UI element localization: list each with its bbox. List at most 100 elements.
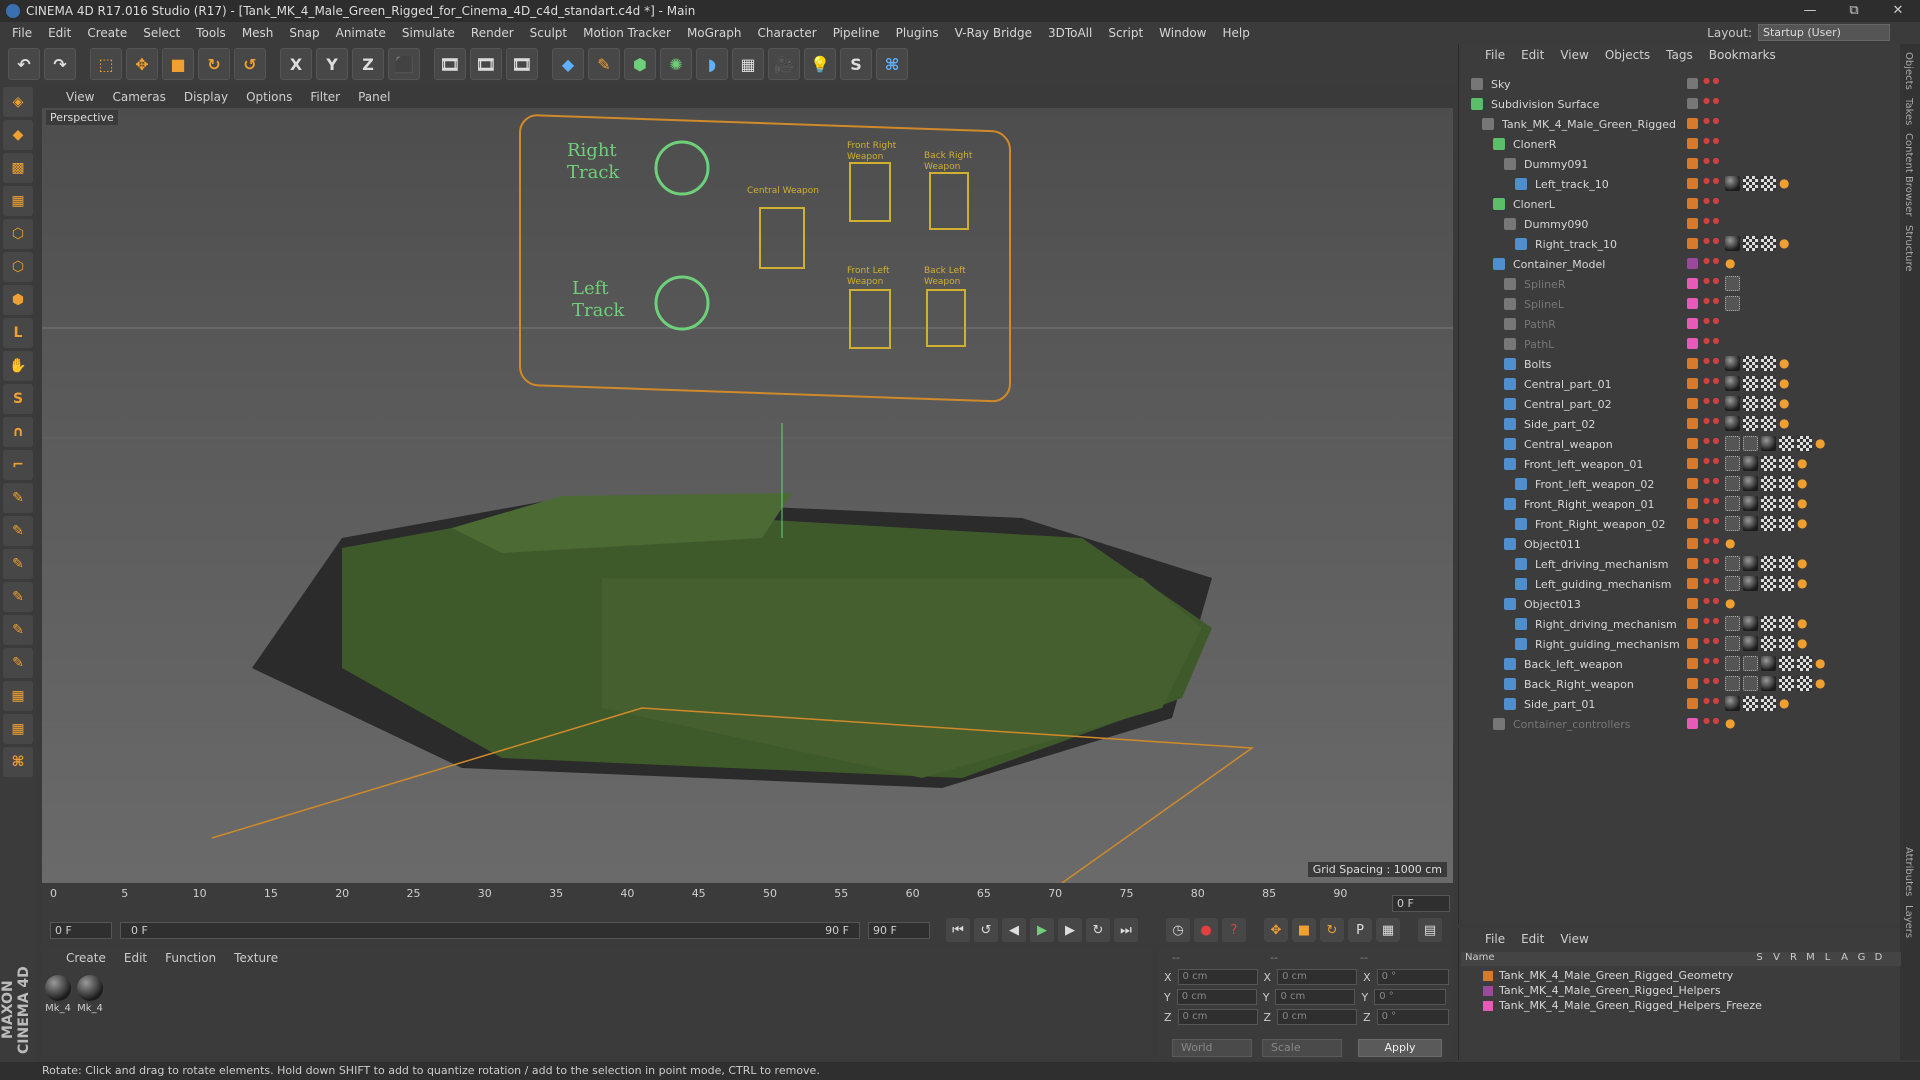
- phong-tag-icon[interactable]: ●: [1779, 396, 1794, 411]
- layer-color-icon[interactable]: [1687, 238, 1698, 249]
- menu-file[interactable]: File: [4, 22, 40, 44]
- material-menu-create[interactable]: Create: [66, 951, 106, 965]
- menu-snap[interactable]: Snap: [281, 22, 327, 44]
- layer-row[interactable]: Tank_MK_4_Male_Green_Rigged_Geometry: [1459, 968, 1901, 983]
- subdivision-icon[interactable]: ⬢: [624, 48, 656, 80]
- texture-tag-icon[interactable]: [1761, 696, 1776, 711]
- object-menu-bookmarks[interactable]: Bookmarks: [1709, 48, 1776, 66]
- layer-color-icon[interactable]: [1687, 618, 1698, 629]
- texture-tag-icon[interactable]: [1761, 456, 1776, 471]
- viewport-menu-filter[interactable]: Filter: [310, 90, 340, 104]
- texture-tag-icon[interactable]: [1743, 236, 1758, 251]
- object-menu-objects[interactable]: Objects: [1605, 48, 1650, 66]
- visibility-dots-icon[interactable]: ● ●: [1703, 537, 1720, 551]
- key-rotation-icon[interactable]: ↻: [1320, 918, 1344, 942]
- layer-color-icon[interactable]: [1687, 678, 1698, 689]
- key-position-icon[interactable]: ✥: [1264, 918, 1288, 942]
- layer-row[interactable]: Tank_MK_4_Male_Green_Rigged_Helpers: [1459, 983, 1901, 998]
- menu-render[interactable]: Render: [463, 22, 522, 44]
- object-row[interactable]: Sky ● ●: [1459, 74, 1901, 94]
- layer-color-icon[interactable]: [1687, 278, 1698, 289]
- layer-column-header[interactable]: V: [1768, 952, 1785, 966]
- visibility-dots-icon[interactable]: ● ●: [1703, 277, 1720, 291]
- grid-lock-icon[interactable]: ▦: [3, 681, 33, 711]
- material-tag-icon[interactable]: [1761, 656, 1776, 671]
- tweak-icon[interactable]: ✋: [3, 351, 33, 381]
- material-tag-icon[interactable]: [1743, 636, 1758, 651]
- x-axis-icon[interactable]: X: [280, 48, 312, 80]
- material-tag-icon[interactable]: [1725, 356, 1740, 371]
- texture-tag-icon[interactable]: [1743, 356, 1758, 371]
- layer-color-icon[interactable]: [1687, 478, 1698, 489]
- phong-tag-icon[interactable]: ●: [1815, 676, 1830, 691]
- layer-color-icon[interactable]: [1687, 298, 1698, 309]
- visibility-dots-icon[interactable]: ● ●: [1703, 97, 1720, 111]
- material-menu-texture[interactable]: Texture: [234, 951, 278, 965]
- object-mode-icon[interactable]: ◆: [3, 120, 33, 150]
- visibility-dots-icon[interactable]: ● ●: [1703, 417, 1720, 431]
- layer-color-icon[interactable]: [1687, 458, 1698, 469]
- viewport-menu-panel[interactable]: Panel: [358, 90, 390, 104]
- layer-color-icon[interactable]: [1687, 398, 1698, 409]
- z-axis-icon[interactable]: Z: [352, 48, 384, 80]
- object-row[interactable]: Central_part_02 ● ● ●: [1459, 394, 1901, 414]
- visibility-dots-icon[interactable]: ● ●: [1703, 317, 1720, 331]
- menu-3dtoall[interactable]: 3DToAll: [1040, 22, 1100, 44]
- phong-tag-icon[interactable]: ●: [1797, 476, 1812, 491]
- material-tag-icon[interactable]: [1725, 176, 1740, 191]
- layer-color-icon[interactable]: [1687, 698, 1698, 709]
- menu-v-ray-bridge[interactable]: V-Ray Bridge: [947, 22, 1040, 44]
- object-row[interactable]: Side_part_02 ● ● ●: [1459, 414, 1901, 434]
- selection-tag-icon[interactable]: [1725, 456, 1740, 471]
- object-row[interactable]: Bolts ● ● ●: [1459, 354, 1901, 374]
- scale-dropdown[interactable]: Scale: [1262, 1039, 1342, 1057]
- texture-tag-icon[interactable]: [1761, 556, 1776, 571]
- layer-color-icon[interactable]: [1687, 638, 1698, 649]
- phong-tag-icon[interactable]: ●: [1779, 236, 1794, 251]
- layer-column-header[interactable]: S: [1751, 952, 1768, 966]
- loop-icon[interactable]: ↻: [1086, 918, 1110, 942]
- selection-tag-icon[interactable]: [1743, 676, 1758, 691]
- texture-tag-icon[interactable]: [1761, 476, 1776, 491]
- texture-tag-icon[interactable]: [1779, 636, 1794, 651]
- layer-color-icon[interactable]: [1687, 198, 1698, 209]
- layer-column-header[interactable]: R: [1785, 952, 1802, 966]
- current-frame-field[interactable]: 0 F: [1392, 895, 1450, 912]
- side-tab-structure[interactable]: Structure: [1903, 225, 1914, 272]
- visibility-dots-icon[interactable]: ● ●: [1703, 617, 1720, 631]
- redo-icon[interactable]: ↷: [44, 48, 76, 80]
- object-row[interactable]: Container_Model ● ● ●: [1459, 254, 1901, 274]
- layer-color-icon[interactable]: [1687, 438, 1698, 449]
- record-keys-icon[interactable]: ◷: [1166, 918, 1190, 942]
- side-tab-layers[interactable]: Layers: [1903, 905, 1914, 938]
- key-scale-icon[interactable]: ■: [1292, 918, 1316, 942]
- visibility-dots-icon[interactable]: ● ●: [1703, 257, 1720, 271]
- material-tag-icon[interactable]: [1743, 456, 1758, 471]
- phong-tag-icon[interactable]: ●: [1779, 376, 1794, 391]
- pen-icon[interactable]: ✎: [588, 48, 620, 80]
- object-row[interactable]: Object013 ● ● ●: [1459, 594, 1901, 614]
- live-selection-icon[interactable]: ⬚: [90, 48, 122, 80]
- light-icon[interactable]: 💡: [804, 48, 836, 80]
- layer-color-icon[interactable]: [1687, 418, 1698, 429]
- recent-icon[interactable]: ↺: [234, 48, 266, 80]
- menu-tools[interactable]: Tools: [188, 22, 234, 44]
- render-view-icon[interactable]: 🎞: [434, 48, 466, 80]
- menu-plugins[interactable]: Plugins: [888, 22, 947, 44]
- visibility-dots-icon[interactable]: ● ●: [1703, 577, 1720, 591]
- layer-row[interactable]: Tank_MK_4_Male_Green_Rigged_Helpers_Free…: [1459, 998, 1901, 1013]
- viewport-menu-cameras[interactable]: Cameras: [112, 90, 165, 104]
- object-row[interactable]: Right_guiding_mechanism ● ● ●: [1459, 634, 1901, 654]
- layer-color-icon[interactable]: [1687, 558, 1698, 569]
- selection-tag-icon[interactable]: [1725, 556, 1740, 571]
- viewport-menu-view[interactable]: View: [66, 90, 94, 104]
- polygons-mode-icon[interactable]: ⬢: [3, 285, 33, 315]
- object-row[interactable]: SplineL ● ●: [1459, 294, 1901, 314]
- layer-color-icon[interactable]: [1687, 378, 1698, 389]
- edges-mode-icon[interactable]: ⬡: [3, 252, 33, 282]
- object-row[interactable]: Dummy090 ● ●: [1459, 214, 1901, 234]
- material-tag-icon[interactable]: [1761, 676, 1776, 691]
- material-swatch[interactable]: Mk_4: [76, 975, 104, 1014]
- phong-tag-icon[interactable]: ●: [1725, 536, 1740, 551]
- render-settings-icon[interactable]: 🎞: [506, 48, 538, 80]
